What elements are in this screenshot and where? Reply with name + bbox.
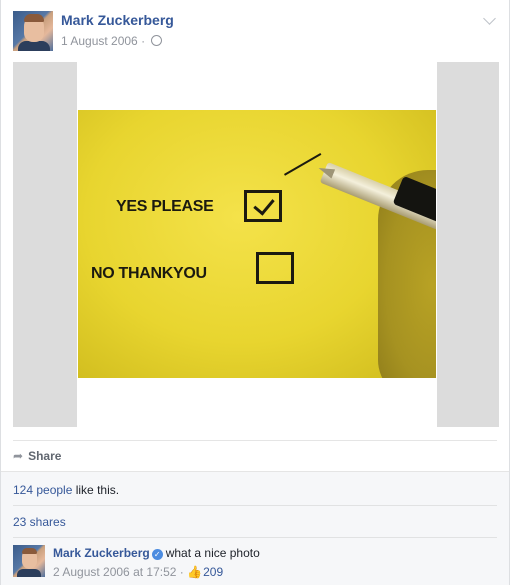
checkbox-no-icon [256, 252, 294, 284]
comment-author[interactable]: Mark Zuckerberg [53, 546, 150, 560]
pen-stroke [284, 153, 322, 176]
comment-text: what a nice photo [165, 546, 260, 560]
verified-badge-icon: ✓ [151, 549, 163, 560]
post-photo[interactable]: YES PLEASE NO THANKYOU [78, 110, 436, 378]
divider [13, 505, 497, 506]
action-bar: ➦ Share [13, 440, 497, 471]
photo-text-yes: YES PLEASE [116, 198, 214, 215]
likes-summary: 124 people like this. [1, 471, 509, 506]
share-label: Share [28, 449, 62, 463]
meta-separator: · [141, 34, 146, 48]
share-arrow-icon: ➦ [13, 449, 24, 463]
comment-like-count[interactable]: 👍209 [187, 565, 223, 579]
post-header: Mark Zuckerberg 1 August 2006 · [13, 10, 497, 54]
commenter-avatar[interactable] [13, 545, 45, 577]
comment-meta-separator: · [179, 565, 184, 579]
checkmark-icon [253, 193, 275, 216]
author-name[interactable]: Mark Zuckerberg [61, 12, 174, 28]
comment-timestamp[interactable]: 2 August 2006 at 17:52 [53, 565, 176, 579]
likes-people-link[interactable]: 124 people [13, 483, 72, 497]
likes-text: 124 people like this. [13, 483, 119, 497]
share-button[interactable]: ➦ Share [13, 449, 61, 463]
post-date[interactable]: 1 August 2006 [61, 34, 138, 48]
facebook-post: Mark Zuckerberg 1 August 2006 · YES PLEA… [0, 0, 510, 585]
photo-text-no: NO THANKYOU [91, 265, 207, 282]
likes-suffix: like this. [72, 483, 120, 497]
checkbox-yes-icon [244, 190, 282, 222]
photo-container[interactable]: YES PLEASE NO THANKYOU [13, 62, 499, 427]
comment-like-number: 209 [203, 565, 224, 579]
author-avatar[interactable] [13, 11, 53, 51]
photo-frame: YES PLEASE NO THANKYOU [77, 62, 437, 427]
chevron-down-icon[interactable] [483, 12, 496, 25]
shares-summary: 23 shares [1, 505, 509, 537]
comment-meta: 2 August 2006 at 17:52 · 👍209 [53, 565, 223, 579]
comment-body: Mark Zuckerberg ✓ what a nice photo [53, 546, 260, 560]
divider [13, 537, 497, 538]
thumbs-up-icon: 👍 [187, 565, 203, 579]
comment: Mark Zuckerberg ✓ what a nice photo 2 Augu… [1, 537, 509, 585]
globe-icon[interactable] [151, 35, 163, 46]
post-meta: 1 August 2006 · [61, 34, 163, 48]
shares-link[interactable]: 23 shares [13, 515, 66, 529]
